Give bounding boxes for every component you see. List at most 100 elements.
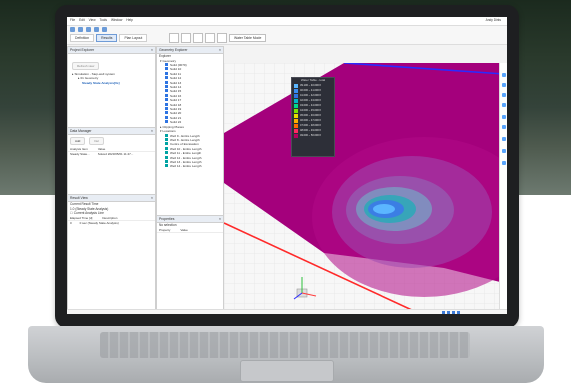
solid-icon: [165, 80, 168, 84]
open-icon[interactable]: [78, 27, 83, 32]
solid-icon: [165, 71, 168, 75]
water-table-mode-button[interactable]: Water Table Mode: [229, 34, 267, 42]
undo-icon[interactable]: [94, 27, 99, 32]
solid-icon: [165, 115, 168, 119]
view-tool-3-icon[interactable]: [193, 33, 203, 43]
menu-help[interactable]: Help: [126, 18, 133, 22]
well-icon: [165, 133, 168, 137]
view-side-icon[interactable]: [502, 93, 506, 97]
water-table-legend[interactable]: Water Table - total 39.100 ~ 40.000 ft 40…: [291, 77, 335, 157]
geometry-explorer-header: Geometry Explorer ×: [157, 47, 223, 54]
solid-icon: [165, 98, 168, 102]
well-icon: [165, 159, 168, 163]
well-icon: [165, 155, 168, 159]
tab-results[interactable]: Results: [96, 34, 118, 42]
delete-button[interactable]: Del: [89, 137, 104, 145]
legend-label: 46.000 ~ 47.000 ft: [300, 119, 321, 122]
menu-window[interactable]: Window: [111, 18, 122, 22]
tab-definition[interactable]: Definition: [70, 34, 95, 42]
well-icon: [165, 146, 168, 150]
legend-label: 43.000 ~ 44.000 ft: [300, 104, 321, 107]
3d-viewport[interactable]: [224, 63, 504, 311]
geometry-item-list: Solid (0070) Solid 10 Solid 11 Solid 12 Soli…: [157, 63, 223, 125]
legend-label: 41.000 ~ 42.000 ft: [300, 94, 321, 97]
fit-view-icon[interactable]: [502, 137, 506, 141]
pan-icon[interactable]: [502, 161, 506, 165]
close-icon[interactable]: ×: [151, 47, 153, 53]
legend-swatch: [294, 108, 298, 113]
well-icon: [165, 142, 168, 146]
geometry-explorer-panel: Geometry Explorer × Explorer ▾ Geometry …: [156, 46, 224, 216]
legend-swatch: [294, 88, 298, 93]
menu-file[interactable]: File: [70, 18, 75, 22]
quick-access-icons: [70, 27, 107, 32]
location-item-list: Well 9 - Entire Length Well 8 - Entire Le…: [157, 133, 223, 169]
solid-icon: [165, 89, 168, 93]
tab-plan-layout[interactable]: Plan Layout: [119, 34, 148, 42]
legend-swatch: [294, 128, 298, 133]
project-explorer-header: Project Explorer ×: [68, 47, 155, 54]
menu-tools[interactable]: Tools: [100, 18, 107, 22]
view-tool-1-icon[interactable]: [169, 33, 179, 43]
tree-item-steady-state[interactable]: Steady State Analysis[0s]: [68, 81, 155, 85]
legend-swatch: [294, 83, 298, 88]
well-icon: [165, 151, 168, 155]
data-manager-title: Data Manager: [70, 129, 92, 133]
solid-icon: [165, 85, 168, 89]
table-row[interactable]: 0 0 sec (Steady State Analysis): [68, 221, 155, 225]
well-icon: [165, 137, 168, 141]
solid-icon: [165, 76, 168, 80]
view-front-icon[interactable]: [502, 83, 506, 87]
legend-label: 48.000 ~ 49.000 ft: [300, 129, 321, 132]
menu-bar: File Edit View Tools Window Help: [70, 18, 133, 22]
legend-label: 44.000 ~ 45.000 ft: [300, 109, 321, 112]
zoom-out-icon[interactable]: [502, 125, 506, 129]
project-explorer-title: Project Explorer: [70, 48, 95, 52]
data-manager-actions: Add Del: [68, 135, 155, 147]
redo-icon[interactable]: [102, 27, 107, 32]
table-row[interactable]: Steady State... Solved 2023/05/01 11:47.…: [68, 152, 155, 156]
status-icons: [442, 310, 460, 314]
legend-label: 47.000 ~ 48.000 ft: [300, 124, 321, 127]
properties-header: Properties ×: [157, 216, 223, 223]
legend-row: 49.000 ~ 50.000 ft: [294, 133, 334, 138]
status-icon-1[interactable]: [442, 310, 445, 314]
laptop-trackpad: [240, 360, 334, 382]
status-icon-4[interactable]: [457, 310, 460, 314]
view-tool-2-icon[interactable]: [181, 33, 191, 43]
rotate-icon[interactable]: [502, 149, 506, 153]
geometry-explorer-title: Geometry Explorer: [159, 48, 188, 52]
menu-edit[interactable]: Edit: [79, 18, 85, 22]
new-icon[interactable]: [70, 27, 75, 32]
checkbox-icon[interactable]: ☐: [70, 211, 73, 215]
legend-swatch: [294, 123, 298, 128]
status-icon-2[interactable]: [447, 310, 450, 314]
legend-swatch: [294, 113, 298, 118]
close-icon[interactable]: ×: [151, 195, 153, 201]
solid-icon: [165, 102, 168, 106]
data-manager-header: Data Manager ×: [68, 128, 155, 135]
solid-icon: [165, 63, 168, 66]
view-iso-icon[interactable]: [502, 103, 506, 107]
user-name[interactable]: Andy Dirks: [486, 18, 501, 22]
view-top-icon[interactable]: [502, 73, 506, 77]
add-button[interactable]: Add: [70, 137, 86, 145]
location-item[interactable]: Well 14 - Entire Length: [157, 164, 223, 168]
status-icon-3[interactable]: [452, 310, 455, 314]
save-icon[interactable]: [86, 27, 91, 32]
close-icon[interactable]: ×: [219, 47, 221, 53]
close-icon[interactable]: ×: [151, 128, 153, 134]
close-icon[interactable]: ×: [219, 216, 221, 222]
legend-label: 42.000 ~ 43.000 ft: [300, 99, 321, 102]
laptop-keyboard: [100, 332, 470, 358]
menu-view[interactable]: View: [89, 18, 96, 22]
zoom-in-icon[interactable]: [502, 115, 506, 119]
toolbar-right: Water Table Mode: [169, 33, 267, 43]
legend-label: 40.000 ~ 41.000 ft: [300, 89, 321, 92]
refresh-view-button[interactable]: Refresh view: [72, 62, 100, 70]
legend-rows: 39.100 ~ 40.000 ft 40.000 ~ 41.000 ft 41.0…: [292, 83, 334, 138]
project-explorer-panel: Project Explorer × Refresh view ▸ Simula…: [67, 46, 156, 128]
data-manager-panel: Data Manager × Add Del Analysis Item Val…: [67, 127, 156, 195]
view-tool-4-icon[interactable]: [205, 33, 215, 43]
view-tool-5-icon[interactable]: [217, 33, 227, 43]
